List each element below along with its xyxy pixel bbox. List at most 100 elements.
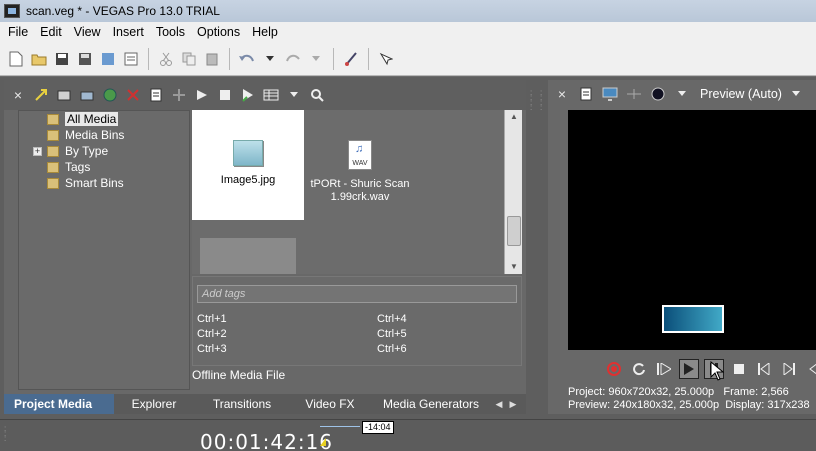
capture-video-icon[interactable]	[54, 85, 74, 105]
undo-dropdown-icon[interactable]	[260, 49, 280, 69]
undo-icon[interactable]	[237, 49, 257, 69]
tree-item-tags[interactable]: Tags	[47, 159, 90, 175]
tag-shortcut[interactable]: Ctrl+2	[197, 328, 227, 340]
tree-item-by-type[interactable]: By Type	[47, 143, 108, 159]
media-fx-icon[interactable]	[169, 85, 189, 105]
cut-icon[interactable]	[156, 49, 176, 69]
add-tags-input[interactable]: Add tags	[197, 285, 517, 303]
record-icon[interactable]	[604, 359, 624, 379]
save-as-icon[interactable]	[75, 49, 95, 69]
tree-item-all-media[interactable]: All Media	[47, 111, 119, 127]
tab-project-media[interactable]: Project Media	[4, 394, 114, 414]
tag-shortcut[interactable]: Ctrl+1	[197, 313, 227, 325]
stop-preview-icon[interactable]	[215, 85, 235, 105]
time-marker[interactable]: -14:04	[362, 421, 394, 434]
properties-icon[interactable]	[121, 49, 141, 69]
scrollbar-thumb[interactable]	[507, 216, 521, 246]
scroll-up-arrow-icon[interactable]: ▲	[505, 110, 523, 124]
media-properties-icon[interactable]	[146, 85, 166, 105]
preview-quality-dropdown[interactable]: Preview (Auto)	[700, 87, 782, 101]
menu-tools[interactable]: Tools	[150, 25, 191, 39]
loop-playback-icon[interactable]	[629, 359, 649, 379]
splitter-grip[interactable]: ::::	[530, 89, 540, 112]
get-media-icon[interactable]	[77, 85, 97, 105]
media-item-image[interactable]: Image5.jpg	[192, 110, 304, 220]
whats-this-help-icon[interactable]	[376, 49, 396, 69]
tree-item-smart-bins[interactable]: Smart Bins	[47, 175, 124, 191]
auto-preview-icon[interactable]	[238, 85, 258, 105]
play-icon[interactable]	[679, 359, 699, 379]
tree-item-media-bins[interactable]: Media Bins	[47, 127, 124, 143]
save-icon[interactable]	[52, 49, 72, 69]
preview-screen[interactable]	[568, 110, 816, 350]
render-icon[interactable]	[98, 49, 118, 69]
overlays-icon[interactable]	[648, 84, 668, 104]
folder-icon	[47, 129, 59, 141]
project-label: Project:	[568, 386, 606, 398]
project-value: 960x720x32, 25.000p	[608, 386, 715, 398]
redo-icon[interactable]	[283, 49, 303, 69]
folder-icon	[47, 177, 59, 189]
remove-media-icon[interactable]	[123, 85, 143, 105]
media-list-scrollbar[interactable]: ▲ ▼	[504, 110, 522, 274]
panel-close-icon[interactable]: ×	[552, 84, 572, 104]
start-preview-icon[interactable]	[192, 85, 212, 105]
views-icon[interactable]	[261, 85, 281, 105]
video-preview-panel: × Preview (Auto) Project: 960x720x32, 25…	[548, 80, 816, 414]
menu-view[interactable]: View	[68, 25, 107, 39]
tag-shortcut[interactable]: Ctrl+5	[377, 328, 407, 340]
tab-scroll-right-icon[interactable]: ▶	[506, 396, 520, 412]
playhead-icon[interactable]	[320, 438, 326, 446]
redo-dropdown-icon[interactable]	[306, 49, 326, 69]
menu-edit[interactable]: Edit	[34, 25, 68, 39]
media-bin-tree: All Media Media Bins + By Type Tags Smar…	[18, 110, 190, 390]
media-item-audio[interactable]: WAV tPORt - Shuric Scan 1.99crk.wav	[304, 110, 416, 220]
tags-area: Add tags Ctrl+1 Ctrl+2 Ctrl+3 Ctrl+4 Ctr…	[192, 276, 522, 366]
title-bar: scan.veg * - VEGAS Pro 13.0 TRIAL	[0, 0, 816, 22]
tag-shortcut[interactable]: Ctrl+4	[377, 313, 407, 325]
panel-close-icon[interactable]: ×	[8, 85, 28, 105]
tag-shortcut[interactable]: Ctrl+3	[197, 343, 227, 355]
open-folder-icon[interactable]	[29, 49, 49, 69]
tree-expand-toggle[interactable]: +	[33, 147, 42, 156]
play-from-start-icon[interactable]	[654, 359, 674, 379]
external-monitor-icon[interactable]	[600, 84, 620, 104]
tree-item-label: Smart Bins	[65, 176, 124, 190]
display-value: 317x238	[767, 399, 810, 411]
edit-tool-icon[interactable]	[341, 49, 361, 69]
import-media-icon[interactable]	[31, 85, 51, 105]
paste-icon[interactable]	[202, 49, 222, 69]
media-status-text: Offline Media File	[192, 368, 286, 382]
menu-insert[interactable]: Insert	[107, 25, 150, 39]
get-media-from-web-icon[interactable]	[100, 85, 120, 105]
preview-toolbar: × Preview (Auto)	[548, 80, 816, 108]
preview-value: 240x180x32, 25.000p	[613, 399, 720, 411]
menu-options[interactable]: Options	[191, 25, 246, 39]
preview-label: Preview:	[568, 399, 611, 411]
image-file-icon	[233, 140, 263, 166]
preview-quality-dropdown-icon[interactable]	[786, 84, 806, 104]
go-to-start-icon[interactable]	[754, 359, 774, 379]
tab-scroll-left-icon[interactable]: ◀	[492, 396, 506, 412]
search-icon[interactable]	[307, 85, 327, 105]
new-file-icon[interactable]	[6, 49, 26, 69]
preview-properties-icon[interactable]	[576, 84, 596, 104]
views-dropdown-icon[interactable]	[284, 85, 304, 105]
timeline-grip[interactable]: :::	[4, 425, 14, 443]
split-screen-icon[interactable]	[624, 84, 644, 104]
tab-transitions[interactable]: Transitions	[194, 394, 290, 414]
folder-icon	[47, 145, 59, 157]
tab-explorer[interactable]: Explorer	[114, 394, 194, 414]
menu-help[interactable]: Help	[246, 25, 284, 39]
tab-video-fx[interactable]: Video FX	[290, 394, 370, 414]
tab-media-generators[interactable]: Media Generators	[370, 394, 492, 414]
scroll-down-arrow-icon[interactable]: ▼	[505, 260, 523, 274]
media-item-placeholder[interactable]	[200, 238, 296, 274]
previous-frame-icon[interactable]	[804, 359, 816, 379]
go-to-end-icon[interactable]	[779, 359, 799, 379]
overlays-dropdown-icon[interactable]	[672, 84, 692, 104]
copy-icon[interactable]	[179, 49, 199, 69]
tag-shortcut[interactable]: Ctrl+6	[377, 343, 407, 355]
stop-icon[interactable]	[729, 359, 749, 379]
menu-file[interactable]: File	[2, 25, 34, 39]
